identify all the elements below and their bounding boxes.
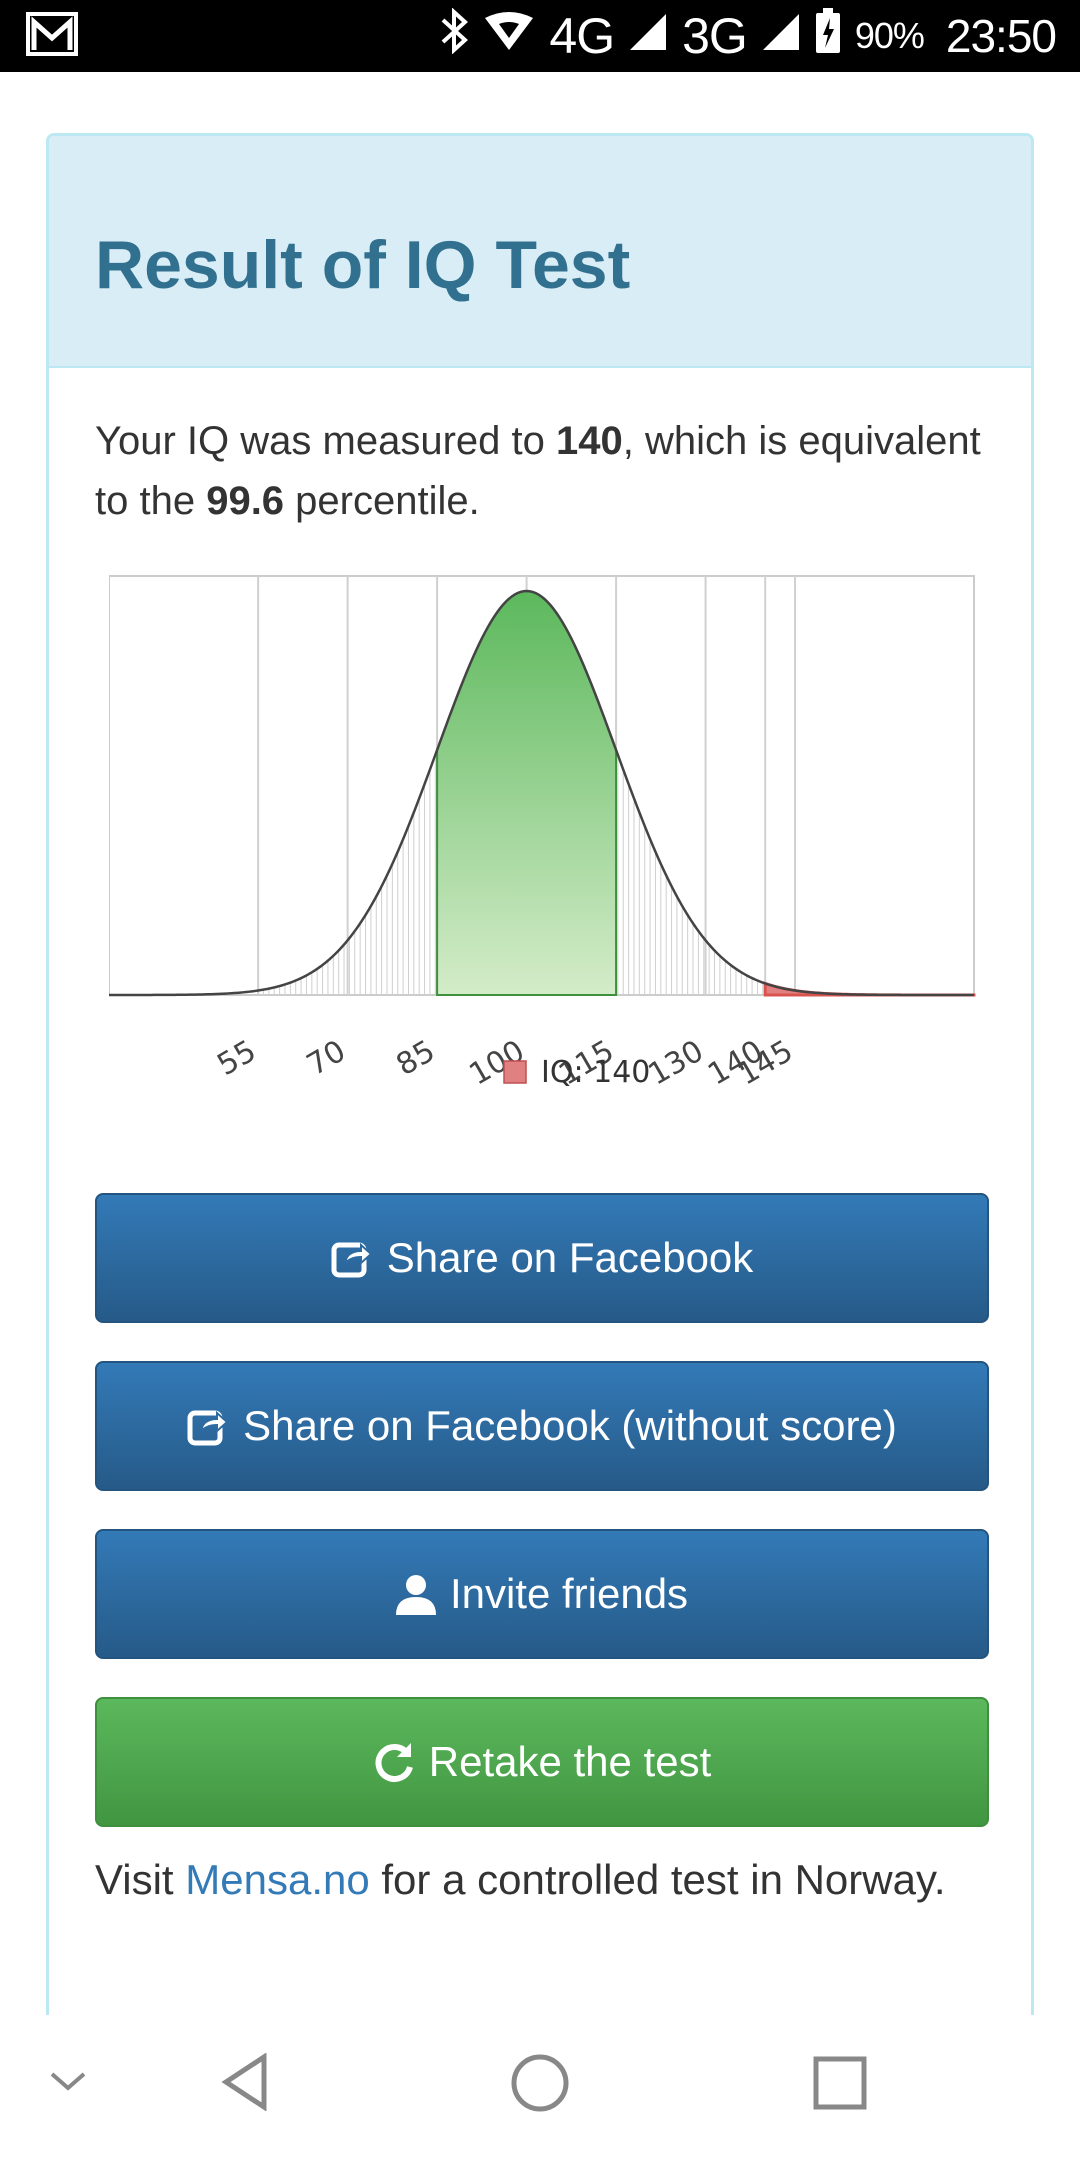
tick-label: 55 [212,1034,263,1083]
mensa-link[interactable]: Mensa.no [185,1856,369,1903]
share-icon [187,1405,229,1447]
invite-friends-label: Invite friends [449,1570,689,1617]
battery-charging-icon [815,7,841,65]
share-icon [331,1237,373,1279]
gmail-notification-icon [26,12,78,61]
refresh-icon [373,1741,415,1783]
iq-score: 140 [555,419,623,463]
navigation-bar [0,2015,1080,2160]
back-icon[interactable] [220,2052,270,2116]
network-type-2: 3G [682,8,748,64]
invite-friends-button[interactable]: Invite friends [95,1529,989,1659]
retake-test-label: Retake the test [428,1738,712,1785]
status-bar: 4G 3G 90% 23:50 [0,0,1080,72]
clock: 23:50 [945,10,1057,62]
tick-label: 70 [301,1034,352,1083]
footer-suffix: for a controlled test in Norway. [369,1856,946,1903]
home-icon[interactable] [510,2053,570,2118]
share-facebook-label: Share on Facebook [386,1234,754,1281]
network-type-1: 4G [549,8,615,64]
chevron-down-icon[interactable] [48,2070,88,2099]
user-icon [395,1573,436,1615]
recents-icon[interactable] [812,2055,868,2116]
signal-icon-2 [761,9,801,63]
share-facebook-without-score-button[interactable]: Share on Facebook (without score) [95,1361,989,1491]
share-facebook-without-score-label: Share on Facebook (without score) [243,1402,897,1449]
battery-percent: 90% [854,15,925,56]
result-summary: Your IQ was measured to 140, which is eq… [95,411,995,531]
result-panel: Result of IQ Test Your IQ was measured t… [46,133,1034,2023]
page-title: Result of IQ Test [95,227,631,303]
result-prefix: Your IQ was measured to [95,419,556,463]
signal-icon [628,9,668,63]
panel-heading: Result of IQ Test [49,136,1031,368]
iq-distribution-chart: 55 70 85 100 115 130140145IQ: 140 [109,575,976,1093]
retake-test-button[interactable]: Retake the test [95,1697,989,1827]
bluetooth-icon [439,6,469,65]
tick-label: 130 [642,1034,709,1093]
result-suffix: percentile. [284,479,480,523]
wifi-icon [483,9,535,63]
legend-swatch [503,1060,527,1084]
legend-label: IQ: 140 [541,1055,650,1090]
mensa-note: Visit Mensa.no for a controlled test in … [95,1856,946,1904]
tick-label: 85 [391,1034,442,1083]
share-facebook-button[interactable]: Share on Facebook [95,1193,989,1323]
percentile-value: 99.6 [206,479,285,523]
footer-prefix: Visit [95,1856,186,1903]
